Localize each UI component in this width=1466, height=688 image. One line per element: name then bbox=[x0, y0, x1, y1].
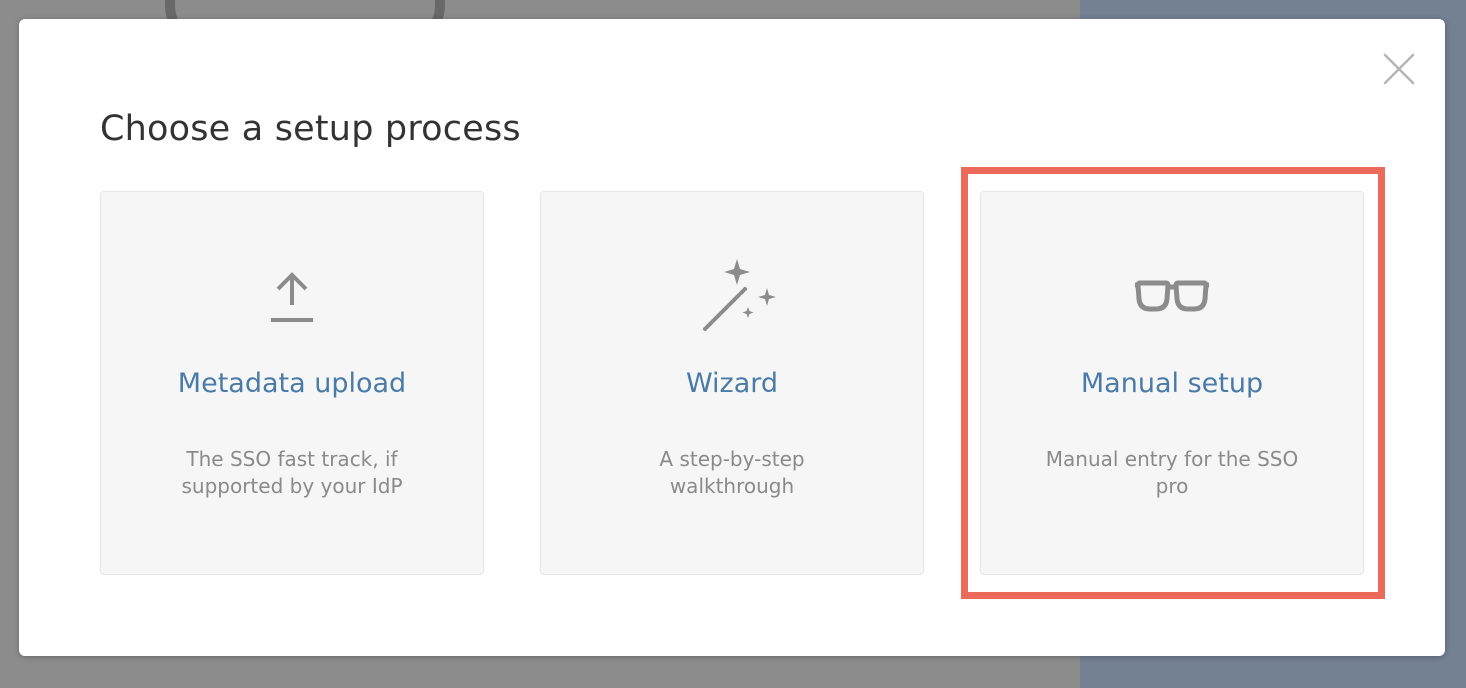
option-title: Metadata upload bbox=[177, 368, 407, 399]
setup-process-modal: Choose a setup process Metadata upload T… bbox=[19, 19, 1445, 656]
upload-icon bbox=[101, 252, 483, 342]
close-icon bbox=[1383, 53, 1415, 85]
option-description: A step-by-step walkthrough bbox=[659, 447, 805, 498]
option-card-wizard[interactable]: Wizard A step-by-step walkthrough bbox=[540, 191, 924, 575]
modal-title: Choose a setup process bbox=[100, 109, 521, 149]
option-card-metadata-upload[interactable]: Metadata upload The SSO fast track, if s… bbox=[100, 191, 484, 575]
option-title: Manual setup bbox=[1080, 368, 1264, 399]
option-description: Manual entry for the SSO pro bbox=[1045, 447, 1299, 498]
option-card-manual-setup[interactable]: Manual setup Manual entry for the SSO pr… bbox=[980, 191, 1364, 575]
option-title: Wizard bbox=[685, 368, 779, 399]
magic-wand-icon bbox=[541, 252, 923, 342]
glasses-icon bbox=[981, 252, 1363, 342]
option-description: The SSO fast track, if supported by your… bbox=[181, 447, 403, 498]
close-button[interactable] bbox=[1381, 51, 1417, 87]
